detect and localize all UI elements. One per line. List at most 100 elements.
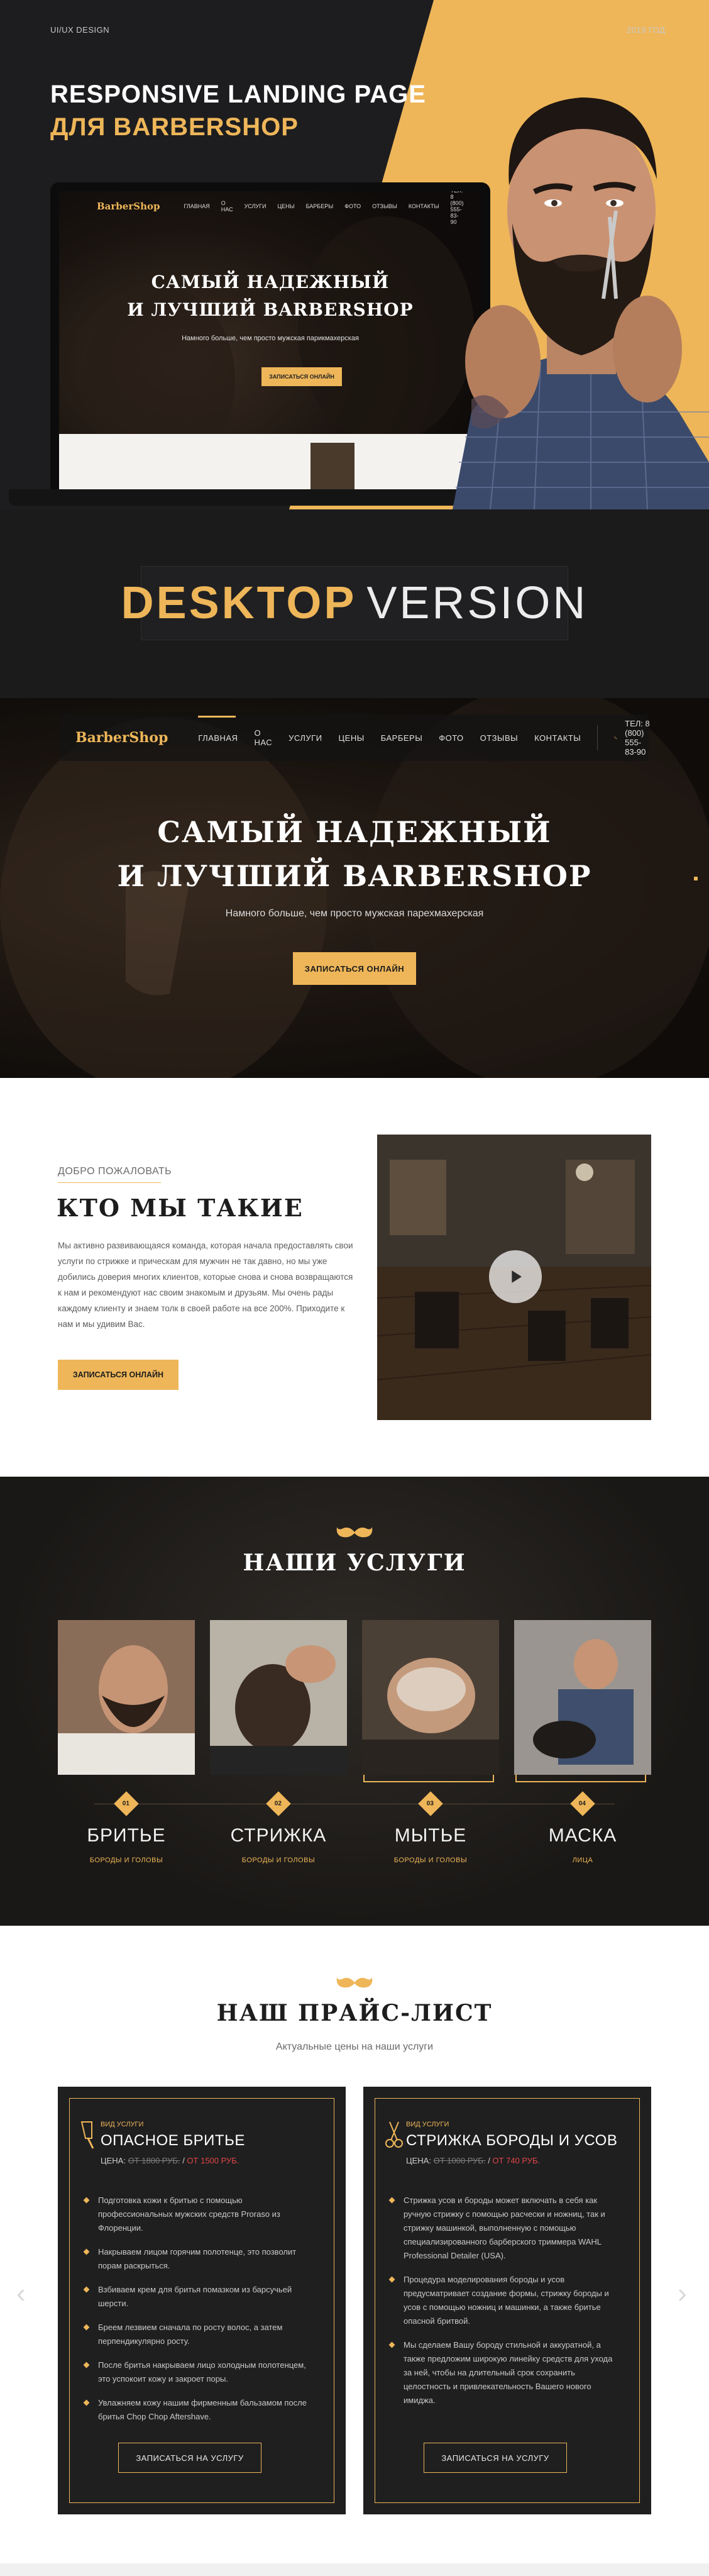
about-title: КТО МЫ ТАКИЕ (57, 1194, 304, 1222)
nav-contacts[interactable]: КОНТАКТЫ (534, 733, 581, 743)
tag-year: 2019 ГОД (627, 25, 666, 35)
hero-headline-2: И ЛУЧШИЙ BARBERSHOP (117, 859, 592, 893)
list-item: Бреем лезвием сначала по росту волос, а … (83, 2321, 309, 2348)
service-name-mask: МАСКА (548, 1825, 617, 1846)
mockup-nav-home[interactable]: ГЛАВНАЯ (184, 203, 209, 209)
old-price: ОТ 1000 РУБ. (433, 2156, 486, 2165)
price-title: НАШ ПРАЙС-ЛИСТ (216, 2000, 493, 2026)
list-item: Увлажняем кожу нашим фирменным бальзамом… (83, 2396, 309, 2424)
phone-number: ТЕЛ: 8 (800) 555-83-90 (625, 719, 650, 757)
hero-headline-1: САМЫЙ НАДЕЖНЫЙ (157, 815, 552, 849)
card-kicker: ВИД УСЛУГИ (406, 2121, 449, 2128)
nav-prices[interactable]: ЦЕНЫ (339, 733, 365, 743)
new-price: ОТ 740 РУБ. (492, 2156, 541, 2165)
card-features: Подготовка кожи к бритью с помощью профе… (83, 2194, 309, 2434)
mockup-nav-services[interactable]: УСЛУГИ (245, 203, 267, 209)
service-image-shave[interactable] (58, 1620, 195, 1775)
about-cta-button[interactable]: ЗАПИСАТЬСЯ ОНЛАЙН (58, 1360, 179, 1390)
service-marker-1: 01 (114, 1791, 139, 1816)
mustache-icon (336, 1527, 373, 1538)
nav-reviews[interactable]: ОТЗЫВЫ (480, 733, 518, 743)
list-item: Процедура моделирования бороды и усов пр… (388, 2273, 615, 2328)
desktop-navbar: BarberShop ГЛАВНАЯ О НАС УСЛУГИ ЦЕНЫ БАР… (60, 714, 651, 761)
list-item: После бритья накрываем лицо холодным пол… (83, 2358, 309, 2386)
card-price: ЦЕНА: ОТ 1800 РУБ. / ОТ 1500 РУБ. (101, 2156, 239, 2165)
nav-home[interactable]: ГЛАВНАЯ (198, 715, 238, 743)
service-marker-4: 04 (570, 1791, 595, 1816)
service-name-haircut: СТРИЖКА (230, 1825, 327, 1846)
card-title: СТРИЖКА БОРОДЫ И УСОВ (406, 2132, 618, 2149)
play-button[interactable] (489, 1250, 542, 1303)
phone-icon (614, 736, 617, 739)
mockup-nav-about[interactable]: О НАС (221, 200, 233, 213)
mockup-nav-prices[interactable]: ЦЕНЫ (277, 203, 294, 209)
price-card-shave: ВИД УСЛУГИ ОПАСНОЕ БРИТЬЕ ЦЕНА: ОТ 1800 … (58, 2087, 346, 2514)
nav-photo[interactable]: ФОТО (439, 733, 463, 743)
service-name-wash: МЫТЬЕ (394, 1825, 467, 1846)
arrow-right-icon[interactable]: › (678, 2278, 687, 2309)
price-subtitle: Актуальные цены на наши услуги (275, 2041, 434, 2052)
card-kicker: ВИД УСЛУГИ (101, 2121, 144, 2128)
price-card-beard: ВИД УСЛУГИ СТРИЖКА БОРОДЫ И УСОВ ЦЕНА: О… (363, 2087, 651, 2514)
play-icon (512, 1270, 522, 1283)
mockup-nav-reviews[interactable]: ОТЗЫВЫ (372, 203, 397, 209)
landing-presentation: UI/UX DESIGN 2019 ГОД RESPONSIVE LANDING… (0, 0, 709, 2576)
mockup-logo[interactable]: BarberShop (97, 201, 160, 212)
service-image-wash[interactable] (362, 1620, 499, 1775)
desktop-version-label: DESKTOP VERSION (121, 566, 585, 640)
desktop-word: DESKTOP (121, 578, 357, 628)
nav-services[interactable]: УСЛУГИ (289, 733, 322, 743)
card-price: ЦЕНА: ОТ 1000 РУБ. / ОТ 740 РУБ. (406, 2156, 541, 2165)
laptop-mockup: BarberShop ГЛАВНАЯ О НАС УСЛУГИ ЦЕНЫ БАР… (50, 182, 490, 502)
book-service-button[interactable]: ЗАПИСАТЬСЯ НА УСЛУГУ (118, 2443, 261, 2473)
tag-ui-ux: UI/UX DESIGN (50, 25, 110, 35)
mockup-cta-button[interactable]: ЗАПИСАТЬСЯ ОНЛАЙН (261, 367, 342, 386)
list-item: Стрижка усов и бороды может включать в с… (388, 2194, 615, 2263)
mockup-navbar: BarberShop ГЛАВНАЯ О НАС УСЛУГИ ЦЕНЫ БАР… (59, 191, 481, 225)
desktop-hero-section: BarberShop ГЛАВНАЯ О НАС УСЛУГИ ЦЕНЫ БАР… (0, 698, 709, 1078)
about-text: Мы активно развивающаяся команда, котора… (58, 1241, 353, 1329)
version-word: VERSION (366, 578, 588, 628)
service-sub-mask: ЛИЦА (572, 1857, 593, 1864)
service-sub-haircut: БОРОДЫ И ГОЛОВЫ (241, 1857, 316, 1864)
nav-about[interactable]: О НАС (255, 728, 273, 747)
video-preview[interactable] (377, 1135, 651, 1420)
service-sub-wash: БОРОДЫ И ГОЛОВЫ (393, 1857, 468, 1864)
mustache-icon-2 (336, 1977, 373, 1988)
mockup-nav-barbers[interactable]: БАРБЕРЫ (306, 203, 334, 209)
hero-cta-button[interactable]: ЗАПИСАТЬСЯ ОНЛАЙН (293, 952, 416, 985)
service-image-haircut[interactable] (210, 1620, 347, 1775)
list-item: Мы сделаем Вашу бороду стильной и аккура… (388, 2338, 615, 2407)
service-name-shave: БРИТЬЕ (87, 1825, 166, 1846)
price-section: НАШ ПРАЙС-ЛИСТ Актуальные цены на наши у… (0, 1926, 709, 2576)
arrow-left-icon[interactable]: ‹ (16, 2278, 26, 2309)
screen-photo-background (59, 191, 481, 502)
new-price: ОТ 1500 РУБ. (187, 2156, 239, 2165)
service-image-mask[interactable] (514, 1620, 651, 1775)
hero-title-line2: ДЛЯ BARBERSHOP (50, 113, 299, 141)
card-features: Стрижка усов и бороды может включать в с… (388, 2194, 615, 2418)
mockup-headline-2: И ЛУЧШИЙ BARBERSHOP (127, 299, 414, 320)
old-price: ОТ 1800 РУБ. (128, 2156, 180, 2165)
hero-title-line1: RESPONSIVE LANDING PAGE (50, 80, 426, 108)
service-marker-3: 03 (418, 1791, 443, 1816)
service-marker-2: 02 (266, 1791, 291, 1816)
presentation-hero: UI/UX DESIGN 2019 ГОД RESPONSIVE LANDING… (0, 0, 709, 509)
list-item: Взбиваем крем для бритья помазком из бар… (83, 2283, 309, 2311)
scissors-icon (385, 2121, 403, 2148)
razor-icon (80, 2121, 94, 2149)
nav-barbers[interactable]: БАРБЕРЫ (381, 733, 422, 743)
services-title: НАШИ УСЛУГИ (243, 1550, 466, 1576)
list-item: Накрываем лицом горячим полотенце, это п… (83, 2245, 309, 2273)
services-section: НАШИ УСЛУГИ 01 02 03 04 БРИТЬЕ БОРОДЫ И … (0, 1477, 709, 1926)
phone-contact[interactable]: ТЕЛ: 8 (800) 555-83-90 (597, 719, 651, 757)
kicker-underline (58, 1182, 161, 1183)
footer-strip (0, 2563, 709, 2576)
book-service-button[interactable]: ЗАПИСАТЬСЯ НА УСЛУГУ (424, 2443, 567, 2473)
about-kicker: ДОБРО ПОЖАЛОВАТЬ (58, 1166, 172, 1177)
mockup-headline-1: САМЫЙ НАДЕЖНЫЙ (151, 272, 390, 292)
site-logo[interactable]: BarberShop (75, 730, 168, 746)
mockup-subtitle: Намного больше, чем просто мужская парик… (182, 335, 359, 342)
mockup-nav-photo[interactable]: ФОТО (344, 203, 361, 209)
laptop-screen: BarberShop ГЛАВНАЯ О НАС УСЛУГИ ЦЕНЫ БАР… (59, 191, 481, 502)
